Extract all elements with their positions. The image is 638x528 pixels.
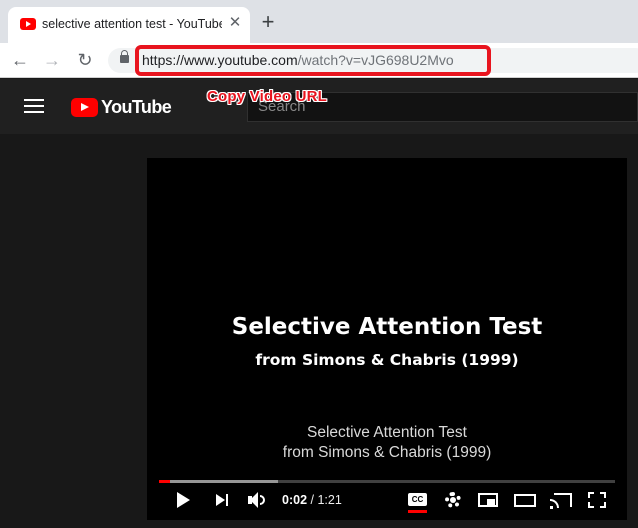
cc-label: CC — [408, 493, 427, 506]
menu-icon[interactable] — [24, 99, 44, 113]
url-highlight-box — [135, 45, 491, 76]
time-duration: 1:21 — [317, 493, 342, 507]
caption-line: from Simons & Chabris (1999) — [282, 444, 492, 461]
settings-icon[interactable] — [443, 489, 463, 511]
progress-bar[interactable] — [159, 480, 615, 483]
theater-mode-icon[interactable] — [514, 489, 536, 511]
back-arrow-icon[interactable]: ← — [9, 49, 31, 71]
new-tab-button[interactable]: + — [257, 11, 279, 33]
play-icon[interactable] — [175, 489, 191, 511]
video-player[interactable]: Selective Attention Test from Simons & C… — [147, 158, 627, 520]
youtube-logo-text: YouTube — [101, 97, 172, 117]
miniplayer-icon[interactable] — [478, 489, 498, 511]
video-frame-subtitle: from Simons & Chabris (1999) — [255, 351, 519, 369]
time-current: 0:02 — [282, 493, 308, 507]
browser-tab[interactable]: selective attention test - YouTube ✕ — [8, 7, 250, 43]
progress-buffered — [159, 480, 278, 483]
fullscreen-icon[interactable] — [587, 489, 607, 511]
youtube-logo-icon — [71, 98, 98, 117]
cast-icon[interactable] — [550, 489, 572, 511]
time-display: 0:02 / 1:21 — [282, 493, 342, 507]
address-bar[interactable]: https://www.youtube.com/watch?v=vJG698U2… — [108, 45, 638, 76]
copy-video-url-annotation: Copy Video URL — [207, 88, 328, 105]
youtube-favicon-icon — [20, 18, 36, 30]
lock-icon[interactable] — [120, 50, 129, 63]
cc-icon[interactable]: CC — [408, 489, 427, 513]
progress-played — [159, 480, 171, 483]
video-frame-title: Selective Attention Test — [231, 314, 543, 340]
caption-line: Selective Attention Test — [307, 424, 467, 441]
youtube-header: YouTube Search Copy Video URL — [0, 79, 638, 134]
reload-icon[interactable]: ↻ — [74, 49, 96, 71]
volume-icon[interactable] — [248, 489, 268, 511]
forward-arrow-icon[interactable]: → — [41, 49, 63, 71]
browser-tab-strip: selective attention test - YouTube ✕ + — [0, 0, 638, 43]
next-icon[interactable] — [215, 489, 231, 511]
tab-title: selective attention test - YouTube — [42, 17, 222, 31]
time-separator: / — [307, 493, 318, 507]
tab-close-icon[interactable]: ✕ — [226, 14, 244, 32]
browser-toolbar: ← → ↻ https://www.youtube.com/watch?v=vJ… — [0, 43, 638, 78]
